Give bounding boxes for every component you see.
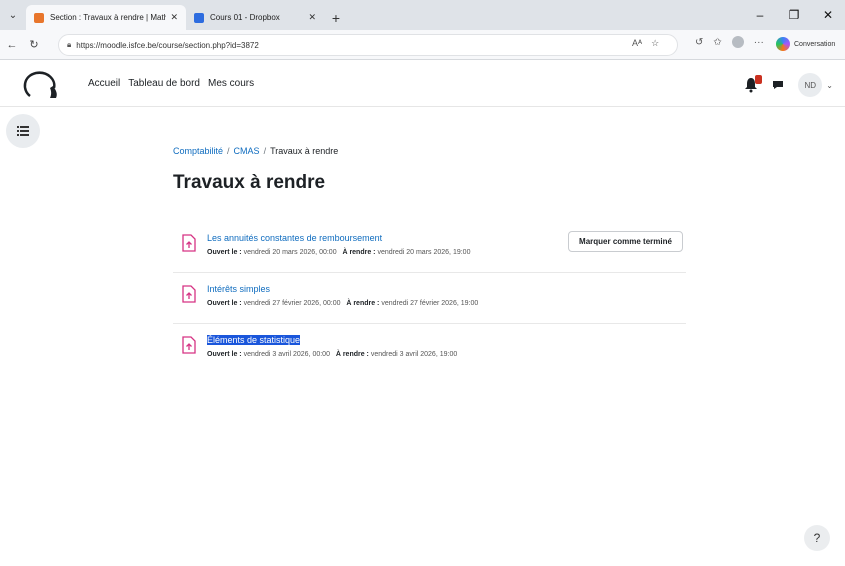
nav-link-tableau-de-bord[interactable]: Tableau de bord [128,78,200,89]
tab-close-icon[interactable]: ✕ [170,12,178,23]
opens-label: Ouvert le : [207,300,242,307]
help-button[interactable]: ? [804,525,830,551]
activity-dates: Ouvert le : vendredi 20 mars 2026, 00:00… [207,249,470,256]
opens-date: vendredi 27 février 2026, 00:00 [243,300,341,307]
restore-icon[interactable]: ❐ [777,0,811,30]
back-arrow-icon[interactable]: ← [2,35,22,55]
browser-tab-dropbox[interactable]: Cours 01 - Dropbox ✕ [186,5,324,30]
activity-item: Les annuités constantes de remboursement… [173,222,686,273]
assignment-icon [182,285,196,303]
breadcrumb-separator: / [227,146,230,156]
nav-link-accueil[interactable]: Accueil [88,78,120,89]
due-date: vendredi 20 mars 2026, 19:00 [377,249,471,256]
browser-toolbar: ↺ ✩ ··· [695,36,764,48]
due-label: À rendre : [335,351,369,358]
due-label: À rendre : [342,249,376,256]
close-window-icon[interactable]: ✕ [811,0,845,30]
opens-date: vendredi 3 avril 2026, 00:00 [243,351,330,358]
messages-icon[interactable] [772,80,784,90]
breadcrumb-item-cmas[interactable]: CMAS [234,146,260,156]
copilot-label: Conversation [794,40,836,48]
due-date: vendredi 3 avril 2026, 19:00 [370,351,458,358]
opens-label: Ouvert le : [207,351,242,358]
user-initials: ND [804,80,817,90]
mark-as-done-button[interactable]: Marquer comme terminé [568,231,683,252]
notifications-bell-icon[interactable] [744,75,763,93]
browser-tab-bar: ⌄ Section : Travaux à rendre | Mathé ✕ C… [0,0,845,30]
url-actions: Aᴬ ☆ [632,38,659,49]
window-controls: – ❐ ✕ [743,0,845,30]
breadcrumb: Comptabilité / CMAS / Travaux à rendre [173,146,338,156]
activity-dates: Ouvert le : vendredi 3 avril 2026, 00:00… [207,351,457,358]
assignment-icon [182,336,196,354]
opens-label: Ouvert le : [207,249,242,256]
opens-date: vendredi 20 mars 2026, 00:00 [243,249,337,256]
url-text: https://moodle.isfce.be/course/section.p… [76,40,259,50]
url-field[interactable]: 🔒︎ https://moodle.isfce.be/course/sectio… [58,34,678,56]
breadcrumb-item-current: Travaux à rendre [270,146,339,156]
browser-tab-moodle[interactable]: Section : Travaux à rendre | Mathé ✕ [26,5,186,30]
address-bar-row: ← ↻ 🔒︎ https://moodle.isfce.be/course/se… [0,30,845,60]
favorites-icon[interactable]: ✩ [713,37,721,48]
reload-icon[interactable]: ↻ [24,35,44,55]
user-menu-area: ND ⌄ [744,73,833,97]
lock-icon: 🔒︎ [67,40,72,49]
tab-close-icon[interactable]: ✕ [308,12,316,23]
chevron-down-icon[interactable]: ⌄ [826,81,833,90]
course-index-toggle[interactable] [6,114,40,148]
due-label: À rendre : [346,300,380,307]
copilot-icon [776,37,790,51]
profile-icon[interactable] [731,36,744,48]
site-navbar: Accueil Tableau de bord Mes cours ND ⌄ [0,61,845,107]
assignment-icon [182,234,196,252]
activity-link[interactable]: Les annuités constantes de remboursement [207,233,382,243]
due-date: vendredi 27 février 2026, 19:00 [381,300,479,307]
activity-list: Les annuités constantes de remboursement… [173,222,686,375]
copilot-button[interactable]: Conversation [776,37,835,51]
tab-title: Cours 01 - Dropbox [210,13,280,22]
activity-item: Éléments de statistique Ouvert le : vend… [173,324,686,375]
activity-link[interactable]: Éléments de statistique [207,335,301,345]
activity-dates: Ouvert le : vendredi 27 février 2026, 00… [207,300,478,307]
page-title: Travaux à rendre [173,172,326,193]
site-logo-icon[interactable] [20,70,64,100]
activity-link[interactable]: Intérêts simples [207,284,270,294]
favorite-star-icon[interactable]: ☆ [651,38,659,49]
read-aloud-icon[interactable]: Aᴬ [632,38,642,49]
tab-title: Section : Travaux à rendre | Mathé [50,13,167,22]
activity-item: Intérêts simples Ouvert le : vendredi 27… [173,273,686,324]
moodle-favicon-icon [34,12,44,23]
list-icon [17,126,29,136]
breadcrumb-item-comptabilite[interactable]: Comptabilité [173,146,223,156]
breadcrumb-separator: / [263,146,267,156]
primary-navigation: Accueil Tableau de bord Mes cours [88,78,254,89]
minimize-icon[interactable]: – [743,0,777,30]
user-avatar[interactable]: ND [798,73,823,97]
notification-badge [755,75,763,84]
refresh-extension-icon[interactable]: ↺ [695,37,703,48]
dropbox-favicon-icon [194,12,204,23]
nav-link-mes-cours[interactable]: Mes cours [208,78,254,89]
new-tab-button[interactable]: + [324,5,348,30]
more-icon[interactable]: ··· [754,37,764,48]
tab-actions-menu[interactable]: ⌄ [0,0,26,30]
